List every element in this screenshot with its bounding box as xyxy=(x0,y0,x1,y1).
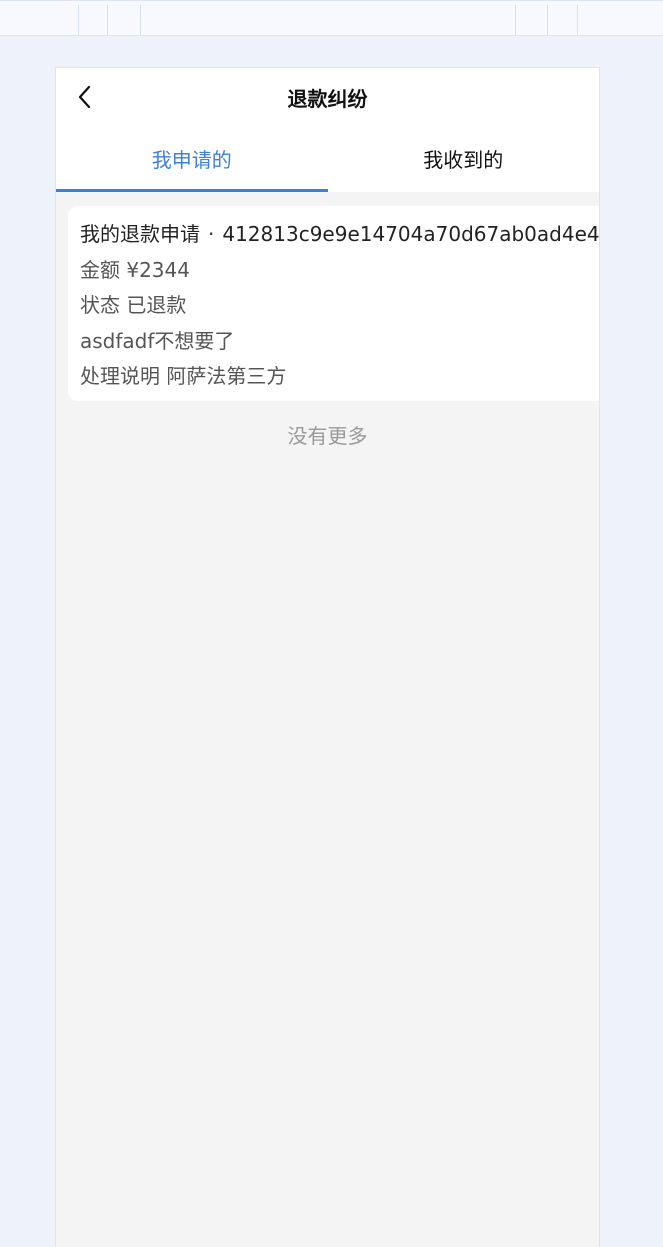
tab-bar: 我申请的 我收到的 xyxy=(56,130,599,192)
order-id: 412813c9e9e14704a70d67ab0ad4e477 xyxy=(222,222,600,246)
process-label: 处理说明 xyxy=(80,364,160,388)
process-value: 阿萨法第三方 xyxy=(166,364,287,388)
tab-received[interactable]: 我收到的 xyxy=(328,130,600,192)
top-bar-divider xyxy=(107,5,108,35)
top-bar-divider xyxy=(515,5,516,35)
status-row: 状态 已退款 xyxy=(80,289,599,325)
list-end-text: 没有更多 xyxy=(287,424,368,448)
phone-screen: 退款纠纷 我申请的 我收到的 我的退款申请 · 412813c9e9e14704a7… xyxy=(55,67,600,1247)
title-separator: · xyxy=(208,222,215,246)
status-label: 状态 xyxy=(80,293,120,317)
process-row: 处理说明 阿萨法第三方 xyxy=(80,360,599,396)
amount-value: ¥2344 xyxy=(126,257,190,282)
top-bar-divider xyxy=(78,5,79,35)
page-title: 退款纠纷 xyxy=(287,87,368,111)
reason-row: asdfadf不想要了 xyxy=(80,328,235,353)
browser-top-bar xyxy=(0,0,663,36)
refund-title: 我的退款申请 xyxy=(80,222,200,246)
amount-row: 金额 ¥2344 xyxy=(80,254,599,290)
tab-my-requests[interactable]: 我申请的 xyxy=(56,130,328,192)
amount-label: 金额 xyxy=(80,257,120,282)
top-bar-divider xyxy=(140,5,141,35)
top-bar-divider xyxy=(547,5,548,35)
refund-title-row: 我的退款申请 · 412813c9e9e14704a70d67ab0ad4e477 xyxy=(80,218,600,254)
top-bar-divider xyxy=(577,5,578,35)
status-value: 已退款 xyxy=(126,293,187,317)
app-header: 退款纠纷 xyxy=(56,68,599,130)
refund-card[interactable]: 我的退款申请 · 412813c9e9e14704a70d67ab0ad4e477 … xyxy=(68,206,600,401)
